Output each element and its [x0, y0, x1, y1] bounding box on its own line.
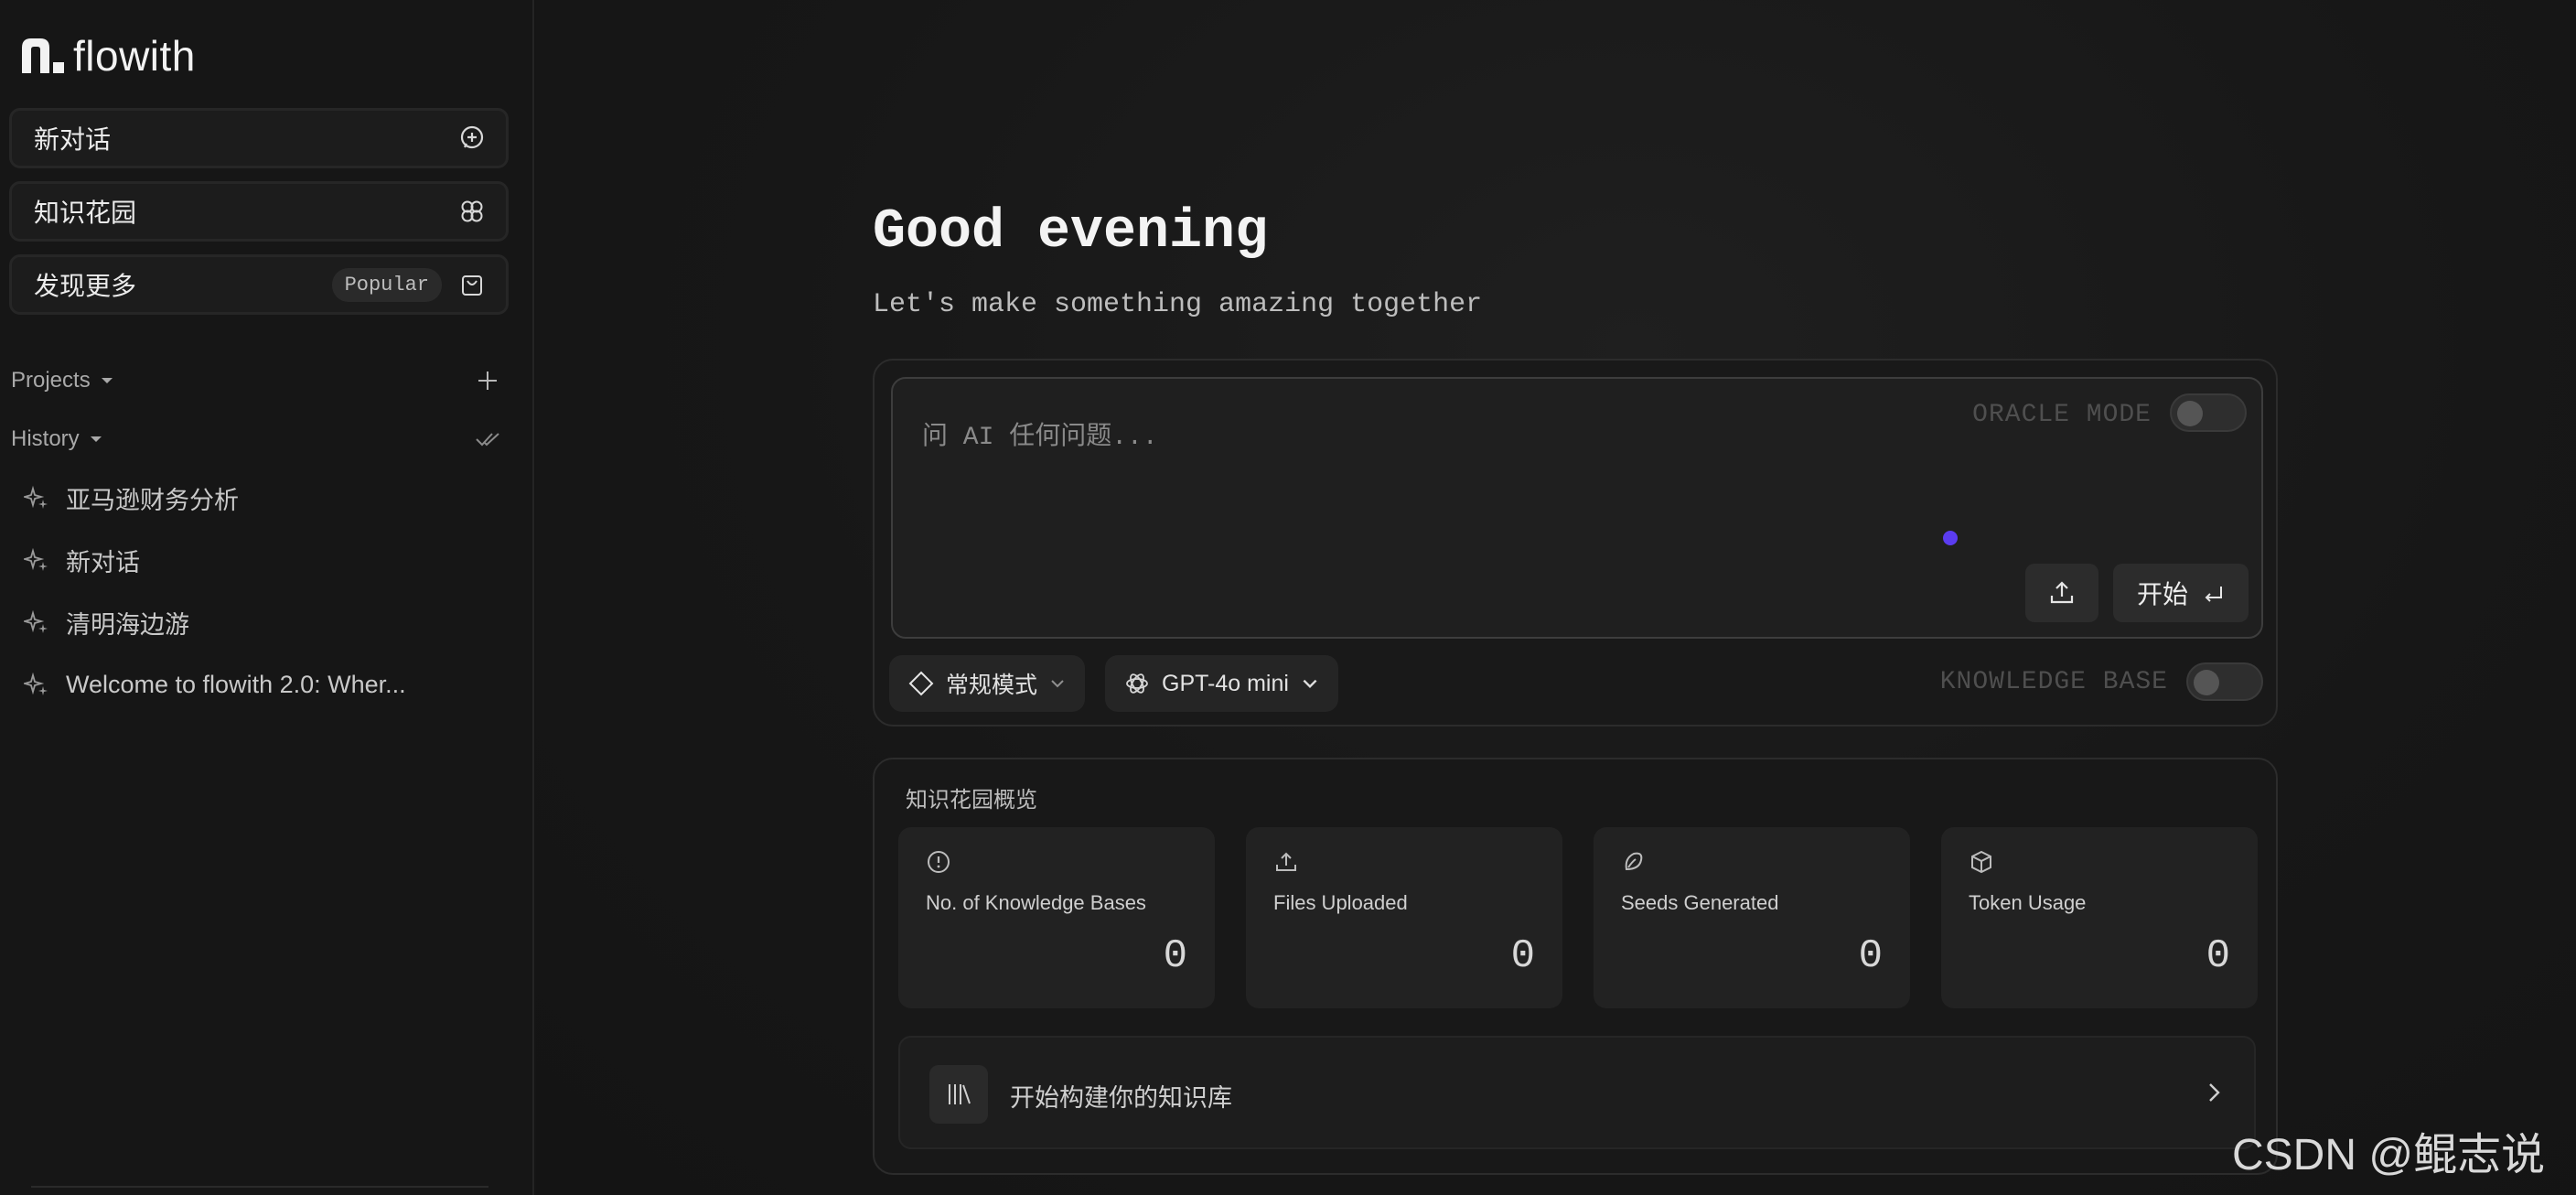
projects-section-header[interactable]: Projects — [11, 362, 501, 399]
model-select-label: GPT-4o mini — [1162, 670, 1289, 696]
cursor-dot — [1943, 531, 1958, 545]
toggle-knob — [2177, 401, 2203, 426]
discover-more-label: 发现更多 — [34, 272, 137, 300]
diamond-icon — [908, 671, 934, 696]
popular-badge: Popular — [331, 267, 442, 302]
knowledge-garden-label: 知识花园 — [34, 199, 137, 227]
stat-card-seeds-generated: Seeds Generated 0 — [1594, 827, 1910, 1008]
info-icon — [928, 851, 950, 873]
mode-select-label: 常规模式 — [946, 673, 1038, 698]
model-select[interactable]: GPT-4o mini — [1105, 655, 1338, 712]
discover-more-button[interactable]: 发现更多 Popular — [9, 254, 509, 315]
history-item[interactable]: 清明海边游 — [24, 600, 499, 644]
stat-card-knowledge-bases: No. of Knowledge Bases 0 — [898, 827, 1215, 1008]
overview-title: 知识花园概览 — [906, 788, 1037, 813]
history-section-header[interactable]: History — [11, 421, 501, 458]
double-check-icon[interactable] — [474, 425, 501, 453]
caret-down-icon — [90, 436, 102, 442]
greeting-subtitle: Let's make something amazing together — [873, 289, 1483, 320]
history-item[interactable]: Welcome to flowith 2.0: Wher... — [24, 662, 499, 706]
history-item[interactable]: 亚马逊财务分析 — [24, 476, 499, 520]
knowledge-garden-button[interactable]: 知识花园 — [9, 181, 509, 242]
history-item-label: Welcome to flowith 2.0: Wher... — [66, 670, 406, 698]
flower-icon — [461, 200, 483, 222]
seed-icon — [1625, 852, 1643, 871]
sparkle-icon — [24, 672, 48, 695]
watermark: CSDN @鲲志说 — [2232, 1131, 2546, 1179]
start-button[interactable]: 开始 — [2113, 564, 2249, 622]
history-item-label: 亚马逊财务分析 — [66, 486, 239, 514]
build-knowledge-base-link[interactable]: 开始构建你的知识库 — [898, 1036, 2256, 1149]
history-item-label: 清明海边游 — [66, 610, 189, 639]
stat-label: Token Usage — [1969, 891, 2087, 914]
knowledge-base-label: KNOWLEDGE BASE — [1939, 668, 2168, 696]
greeting-title: Good evening — [873, 201, 1269, 264]
new-chat-label: 新对话 — [34, 125, 112, 154]
stat-value: 0 — [1510, 933, 1535, 979]
stat-value: 0 — [2206, 933, 2230, 979]
upload-icon — [1276, 852, 1296, 871]
enter-icon — [2205, 587, 2222, 602]
prompt-placeholder: 问 AI 任何问题... — [922, 424, 1158, 452]
chevron-down-icon — [1051, 680, 1064, 688]
stat-label: Seeds Generated — [1621, 891, 1779, 914]
prompt-input[interactable]: 问 AI 任何问题... ORACLE MODE 开始 — [891, 377, 2263, 639]
start-button-label: 开始 — [2136, 580, 2188, 608]
chevron-down-icon — [1303, 679, 1317, 689]
history-item[interactable]: 新对话 — [24, 538, 499, 582]
stat-value: 0 — [1858, 933, 1883, 979]
library-icon-box — [929, 1065, 988, 1124]
oracle-mode-label: ORACLE MODE — [1972, 401, 2152, 429]
stat-card-files-uploaded: Files Uploaded 0 — [1246, 827, 1562, 1008]
upload-icon — [2050, 581, 2074, 604]
oracle-mode-toggle[interactable] — [2170, 393, 2247, 432]
stat-label: Files Uploaded — [1273, 891, 1408, 914]
upload-button[interactable] — [2025, 564, 2098, 622]
projects-label: Projects — [11, 368, 91, 393]
add-project-icon[interactable] — [474, 367, 501, 394]
caret-down-icon — [101, 378, 113, 383]
mode-select[interactable]: 常规模式 — [889, 655, 1086, 712]
app-logo[interactable]: flowith — [18, 31, 196, 81]
app-name: flowith — [73, 32, 196, 80]
sidebar-divider — [31, 1186, 488, 1188]
knowledge-garden-overview: 知识花园概览 No. of Knowledge Bases 0 Files Up… — [873, 758, 2278, 1175]
toggle-knob — [2194, 670, 2219, 695]
stat-card-token-usage: Token Usage 0 — [1941, 827, 2258, 1008]
stat-label: No. of Knowledge Bases — [926, 891, 1146, 914]
shopping-bag-icon — [462, 275, 482, 296]
flowith-logo-icon — [22, 38, 64, 73]
chevron-right-icon — [2209, 1083, 2220, 1102]
main-area: Good evening Let's make something amazin… — [536, 0, 2576, 1195]
knowledge-base-toggle[interactable] — [2186, 662, 2263, 701]
sparkle-icon — [24, 609, 48, 633]
history-item-label: 新对话 — [66, 548, 140, 576]
openai-icon — [1126, 673, 1148, 694]
stat-value: 0 — [1163, 933, 1187, 979]
history-label: History — [11, 426, 80, 451]
library-icon — [949, 1084, 971, 1104]
sparkle-icon — [24, 547, 48, 571]
new-chat-icon — [460, 125, 484, 149]
sparkle-icon — [24, 485, 48, 509]
new-chat-button[interactable]: 新对话 — [9, 108, 509, 168]
build-knowledge-base-label: 开始构建你的知识库 — [1010, 1084, 1232, 1112]
sidebar: flowith 新对话 知识花园 发现更多 Popular Projects H… — [0, 0, 534, 1195]
cube-icon — [1971, 850, 1991, 874]
composer: 问 AI 任何问题... ORACLE MODE 开始 常规模式 GPT-4o … — [873, 359, 2278, 727]
